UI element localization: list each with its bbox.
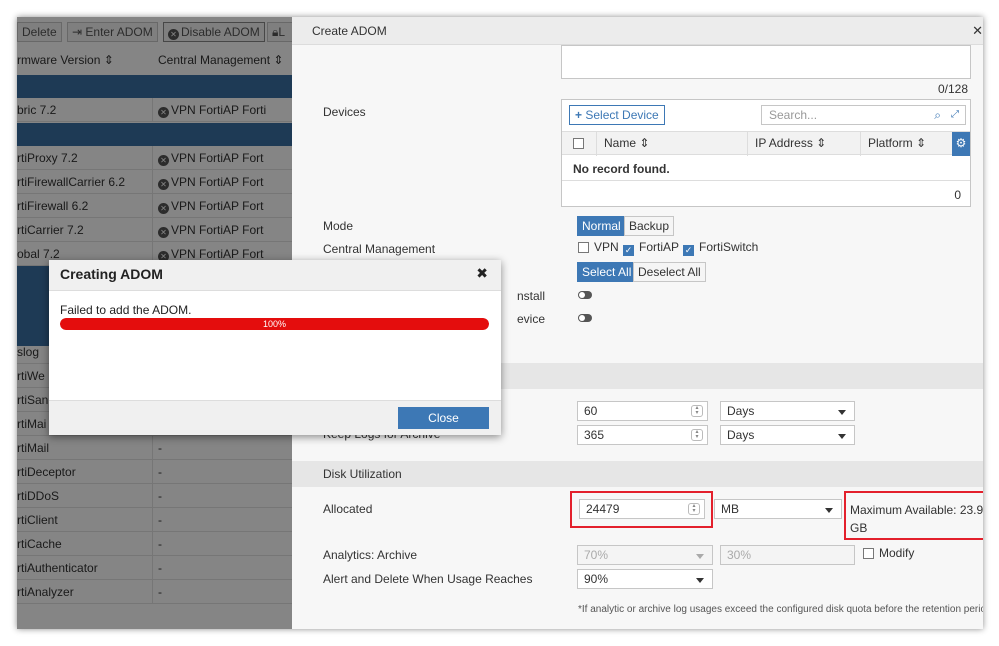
panel-close-icon[interactable]: ✕ — [972, 23, 983, 39]
progress-label: 100% — [262, 319, 287, 329]
progress-bar: 100% — [60, 318, 489, 330]
screenshot-frame: Delete ⇥ Enter ADOM ✕ Disable ADOM 🔒︎L rm… — [17, 17, 983, 629]
error-message: Failed to add the ADOM. — [60, 303, 192, 317]
close-icon[interactable]: ✖ — [476, 265, 488, 282]
panel-title: Create ADOM — [292, 17, 983, 45]
dialog-footer: Close — [49, 400, 501, 435]
dialog-header: Creating ADOM ✖ — [49, 260, 501, 291]
close-button[interactable]: Close — [398, 407, 489, 429]
dialog-title: Creating ADOM — [60, 266, 163, 282]
creating-adom-dialog: Creating ADOM ✖ Failed to add the ADOM. … — [49, 260, 501, 435]
